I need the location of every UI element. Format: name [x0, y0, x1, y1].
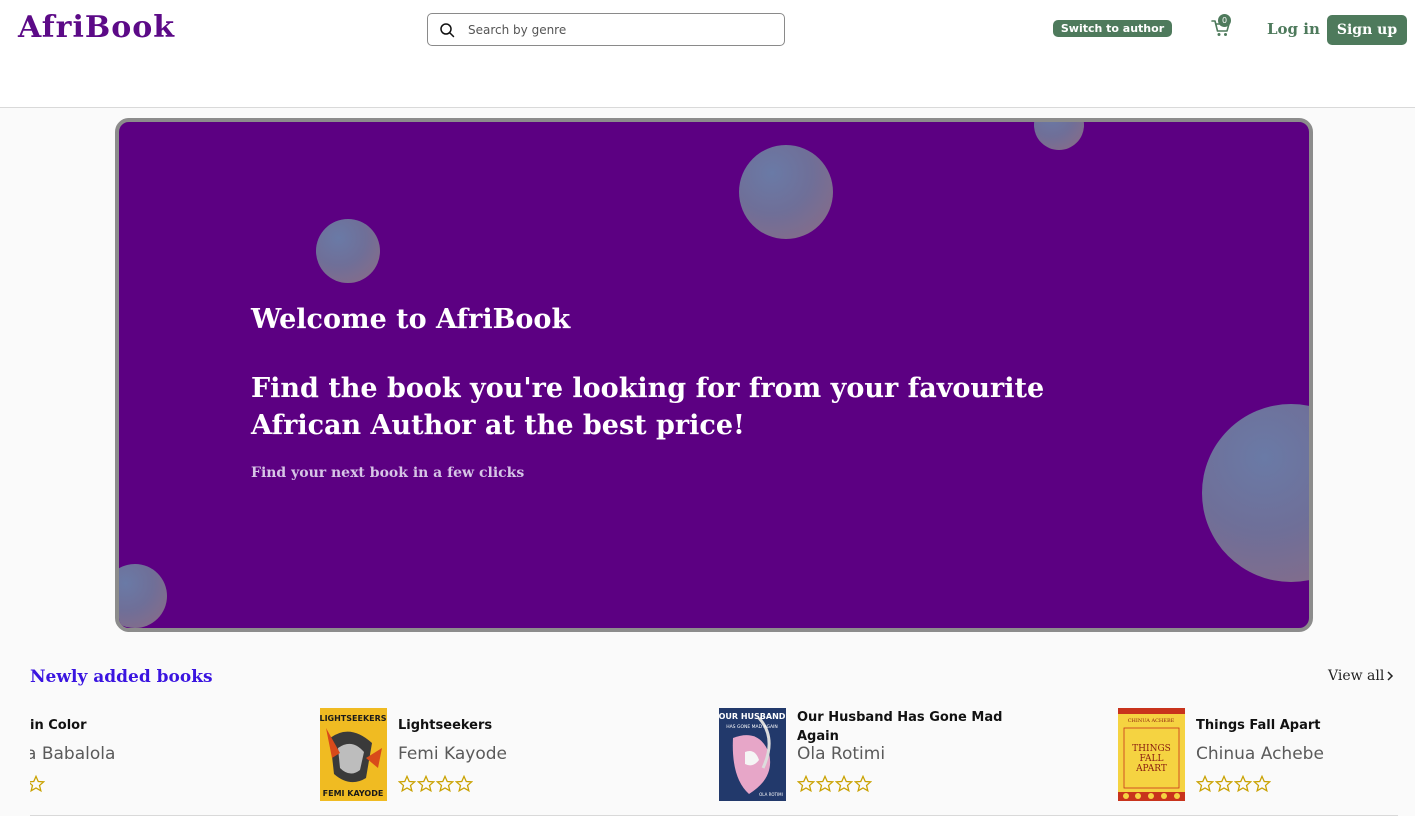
search-bar[interactable] — [427, 13, 785, 46]
afribook-logo[interactable]: AfriBook — [18, 10, 175, 45]
chevron-right-icon[interactable] — [1385, 670, 1395, 682]
husband-cover-art: OUR HUSBAND HAS GONE MAD AGAIN OLA ROTIM… — [719, 708, 786, 801]
cover-author-text: OLA ROTIMI — [759, 792, 783, 797]
star-icon[interactable] — [854, 775, 872, 793]
star-icon[interactable] — [1215, 775, 1233, 793]
lightseekers-cover-art: LIGHTSEEKERS FEMI KAYODE — [320, 708, 387, 801]
book-title[interactable]: Our Husband Has Gone Mad Again — [797, 708, 1017, 746]
star-icon[interactable] — [835, 775, 853, 793]
switch-to-author-button[interactable]: Switch to author — [1053, 20, 1172, 37]
book-title[interactable]: in Color — [30, 716, 250, 735]
star-icon[interactable] — [816, 775, 834, 793]
star-icon[interactable] — [398, 775, 416, 793]
cover-title-text: THINGS FALL APART — [1132, 744, 1171, 774]
star-icon[interactable] — [1253, 775, 1271, 793]
star-icon[interactable] — [1196, 775, 1214, 793]
book-title[interactable]: Things Fall Apart — [1196, 716, 1398, 735]
rating-stars[interactable] — [797, 775, 872, 795]
book-cover-image[interactable]: OUR HUSBAND HAS GONE MAD AGAIN OLA ROTIM… — [719, 708, 786, 801]
view-all-link[interactable]: View all — [1328, 668, 1384, 684]
cover-title-text: OUR HUSBAND — [719, 712, 786, 721]
book-card[interactable]: OUR HUSBAND HAS GONE MAD AGAIN OLA ROTIM… — [719, 708, 1049, 808]
book-card[interactable]: LIGHTSEEKERS FEMI KAYODE Lightseekers Fe… — [320, 708, 650, 808]
decorative-bubble — [119, 564, 167, 628]
star-icon[interactable] — [455, 775, 473, 793]
rating-stars[interactable] — [398, 775, 473, 795]
top-header: AfriBook Switch to author 0 Log in Sign … — [0, 0, 1415, 108]
books-carousel: in Color a Babalola LIGHTSEEKERS FEMI KA… — [30, 700, 1398, 816]
hero-headline: Find the book you're looking for from yo… — [251, 373, 1045, 441]
hero-banner: Welcome to AfriBook Find the book you're… — [115, 118, 1313, 632]
book-title[interactable]: Lightseekers — [398, 716, 618, 735]
book-author: Femi Kayode — [398, 744, 507, 764]
search-icon[interactable] — [439, 22, 455, 38]
book-cover-image[interactable]: CHINUA ACHEBE THINGS FALL APART — [1118, 708, 1185, 801]
book-author: a Babalola — [30, 744, 116, 764]
decorative-bubble — [1034, 122, 1084, 150]
star-icon[interactable] — [797, 775, 815, 793]
search-input[interactable] — [466, 17, 776, 42]
star-icon[interactable] — [417, 775, 435, 793]
hero-title: Welcome to AfriBook — [251, 304, 571, 335]
cart-count-badge: 0 — [1218, 14, 1231, 27]
rating-stars[interactable] — [30, 775, 45, 795]
cover-author-text: FEMI KAYODE — [323, 789, 384, 798]
book-author: Ola Rotimi — [797, 744, 886, 764]
star-icon[interactable] — [436, 775, 454, 793]
rating-stars[interactable] — [1196, 775, 1271, 795]
hero-subtitle: Find your next book in a few clicks — [251, 465, 525, 481]
book-cover-image[interactable]: LIGHTSEEKERS FEMI KAYODE — [320, 708, 387, 801]
star-icon[interactable] — [1234, 775, 1252, 793]
cover-title-text: LIGHTSEEKERS — [320, 714, 387, 723]
book-card[interactable]: CHINUA ACHEBE THINGS FALL APART Things F… — [1118, 708, 1398, 808]
decorative-bubble — [316, 219, 380, 283]
star-icon[interactable] — [30, 775, 45, 793]
things-fall-apart-cover-art: CHINUA ACHEBE THINGS FALL APART — [1118, 708, 1185, 801]
cover-subtitle-text: HAS GONE MAD AGAIN — [726, 724, 778, 730]
login-link[interactable]: Log in — [1267, 20, 1320, 38]
book-card-partial[interactable]: in Color a Babalola — [30, 708, 282, 808]
decorative-bubble — [739, 145, 833, 239]
book-author: Chinua Achebe — [1196, 744, 1324, 764]
signup-button[interactable]: Sign up — [1327, 15, 1407, 45]
newly-added-heading: Newly added books — [30, 667, 213, 687]
cover-author-text: CHINUA ACHEBE — [1128, 718, 1175, 724]
decorative-bubble — [1202, 404, 1309, 582]
